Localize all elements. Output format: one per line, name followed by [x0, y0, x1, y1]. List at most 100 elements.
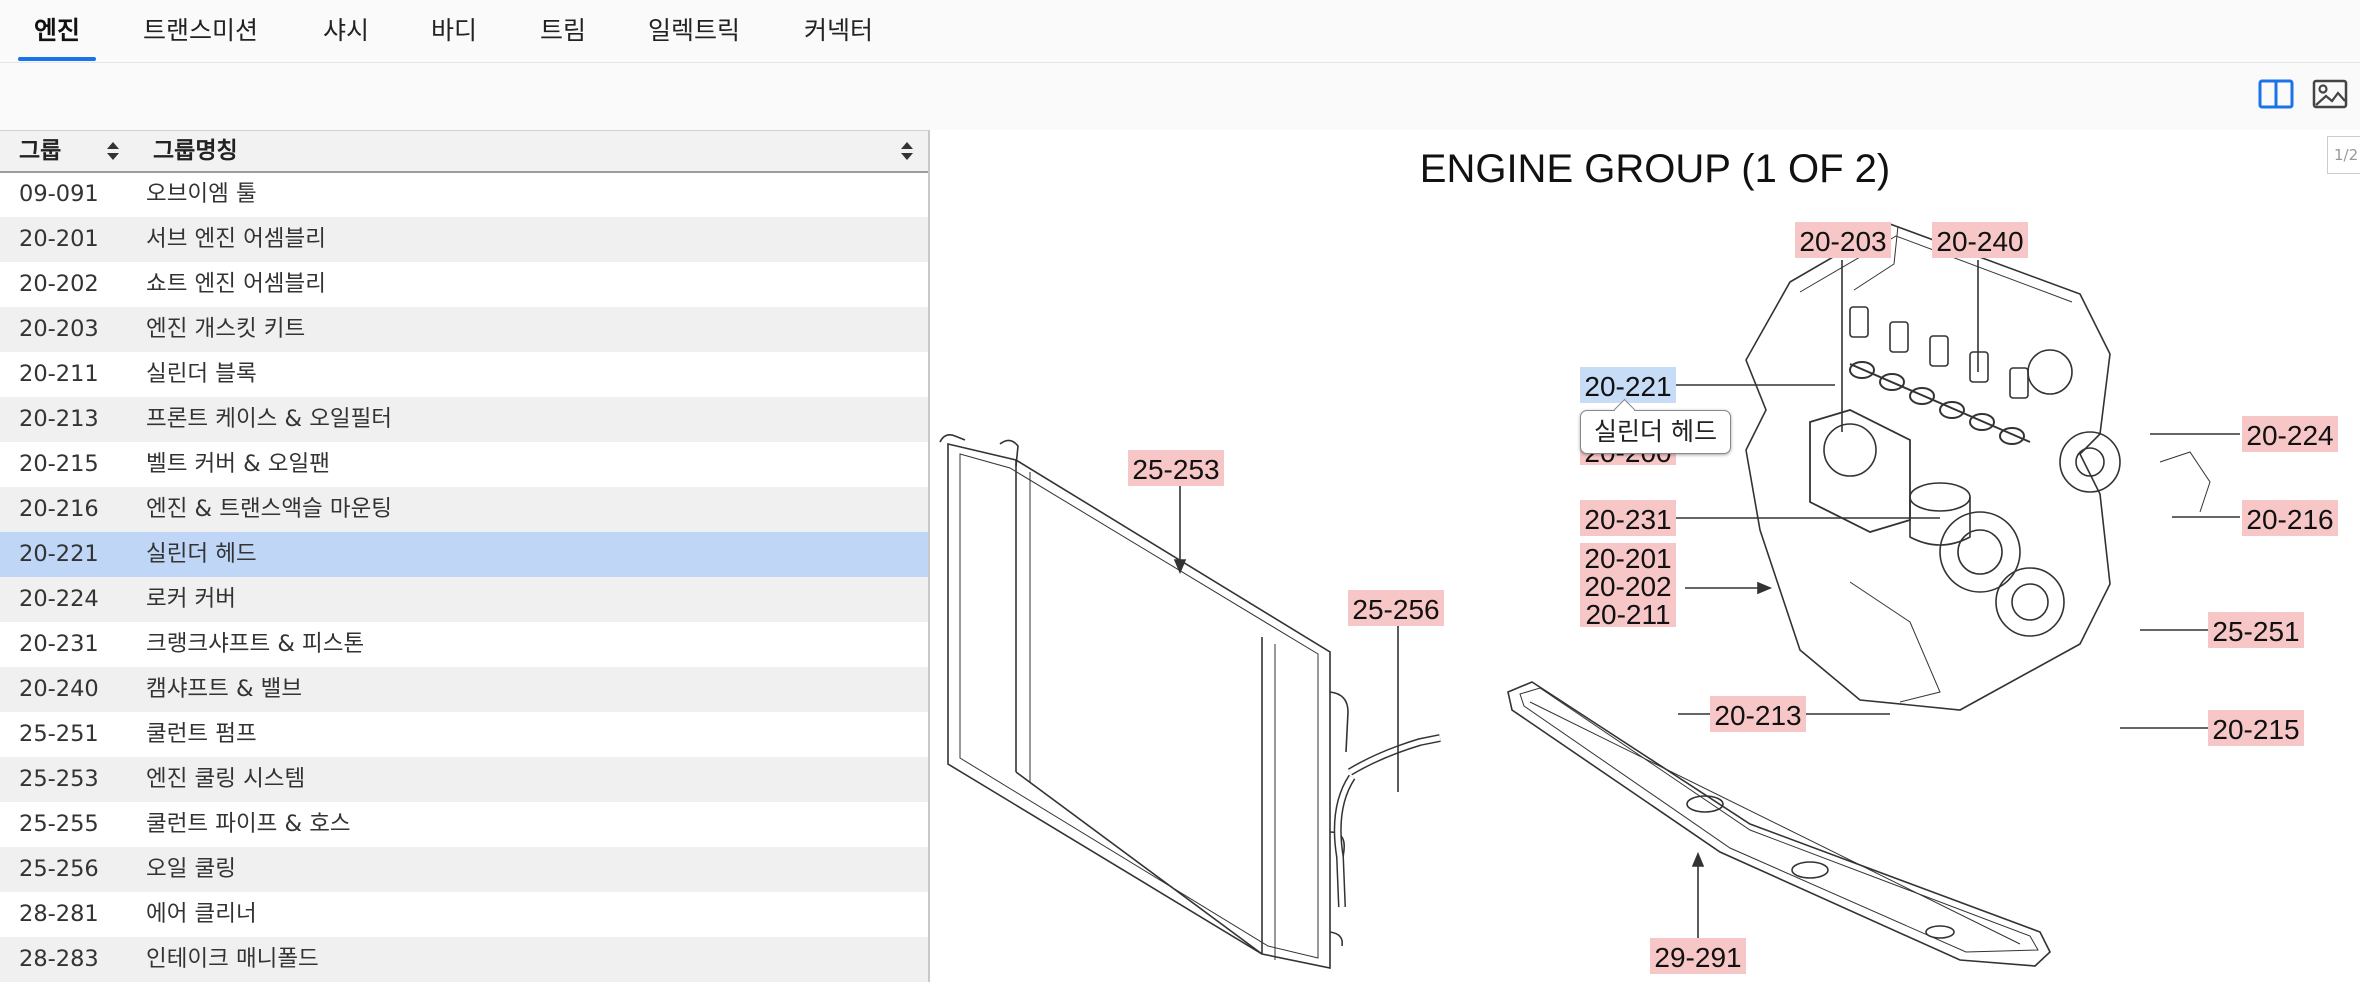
table-row[interactable]: 20-215 벨트 커버 & 오일팬 [0, 442, 928, 487]
group-code: 20-211 [19, 361, 99, 387]
tab-chassis[interactable]: 샤시 [323, 0, 369, 62]
group-name: 로커 커버 [146, 586, 236, 612]
group-name: 에어 클리너 [146, 901, 257, 927]
column-header-group-name[interactable]: 그룹명칭 [153, 131, 238, 171]
sort-icon[interactable] [106, 140, 120, 162]
table-row[interactable]: 25-251 쿨런트 펌프 [0, 712, 928, 757]
svg-text:29-291: 29-291 [1654, 942, 1741, 973]
group-code: 25-255 [19, 811, 99, 837]
tab-connector[interactable]: 커넥터 [804, 0, 873, 62]
group-name: 프론트 케이스 & 오일필터 [146, 406, 393, 432]
table-row[interactable]: 20-211 실린더 블록 [0, 352, 928, 397]
group-name: 엔진 쿨링 시스템 [146, 766, 306, 792]
table-row[interactable]: 20-216 엔진 & 트랜스액슬 마운팅 [0, 487, 928, 532]
tab-body[interactable]: 바디 [431, 0, 477, 62]
group-code: 20-216 [19, 496, 99, 522]
tab-trim[interactable]: 트림 [540, 0, 586, 62]
group-name: 엔진 개스킷 키트 [146, 316, 306, 342]
group-code: 20-215 [19, 451, 99, 477]
group-code: 20-213 [19, 406, 99, 432]
tab-engine[interactable]: 엔진 [17, 0, 97, 62]
callout-20-215[interactable]: 20-215 [2208, 710, 2304, 746]
group-code: 20-203 [19, 316, 99, 342]
callout-25-256[interactable]: 25-256 [1348, 590, 1444, 626]
group-name: 벨트 커버 & 오일팬 [146, 451, 330, 477]
group-code: 09-091 [19, 181, 99, 207]
callout-20-231[interactable]: 20-231 [1580, 500, 1676, 536]
group-name: 캠샤프트 & 밸브 [146, 676, 303, 702]
callout-25-251[interactable]: 25-251 [2208, 612, 2304, 648]
group-code: 25-253 [19, 766, 99, 792]
tab-electric[interactable]: 일렉트릭 [648, 0, 740, 62]
callout-20-213[interactable]: 20-213 [1710, 696, 1806, 732]
group-code: 28-283 [19, 946, 99, 972]
svg-text:20-221: 20-221 [1584, 371, 1671, 402]
table-row[interactable]: 20-203 엔진 개스킷 키트 [0, 307, 928, 352]
table-row[interactable]: 20-202 쇼트 엔진 어셈블리 [0, 262, 928, 307]
table-row[interactable]: 20-231 크랭크샤프트 & 피스톤 [0, 622, 928, 667]
callout-20-221[interactable]: 20-221 [1580, 367, 1676, 403]
callout-20-202[interactable]: 20-202 [1580, 571, 1676, 602]
svg-text:20-215: 20-215 [2212, 714, 2299, 745]
table-header: 그룹 그룹명칭 [0, 130, 928, 173]
view-toolbar [0, 63, 2360, 130]
table-row[interactable]: 20-240 캠샤프트 & 밸브 [0, 667, 928, 712]
table-row[interactable]: 25-256 오일 쿨링 [0, 847, 928, 892]
tab-transmission[interactable]: 트랜스미션 [143, 0, 258, 62]
callout-20-240[interactable]: 20-240 [1932, 222, 2028, 258]
svg-text:20-224: 20-224 [2246, 420, 2333, 451]
group-code: 20-224 [19, 586, 99, 612]
group-code: 25-256 [19, 856, 99, 882]
callout-20-211[interactable]: 20-211 [1580, 599, 1676, 630]
svg-text:20-202: 20-202 [1584, 571, 1671, 602]
group-name: 오일 쿨링 [146, 856, 236, 882]
table-row[interactable]: 20-201 서브 엔진 어셈블리 [0, 217, 928, 262]
table-row[interactable]: 20-213 프론트 케이스 & 오일필터 [0, 397, 928, 442]
part-name-tooltip: 실린더 헤드 [1580, 410, 1731, 454]
group-name: 인테이크 매니폴드 [146, 946, 319, 972]
callout-labels: 20-203 20-240 20-221 20-200 20-224 25-25… [1128, 222, 2338, 974]
callout-29-291[interactable]: 29-291 [1650, 938, 1746, 974]
svg-text:20-231: 20-231 [1584, 504, 1671, 535]
svg-text:25-253: 25-253 [1132, 454, 1219, 485]
callout-25-253[interactable]: 25-253 [1128, 450, 1224, 486]
table-row[interactable]: 20-224 로커 커버 [0, 577, 928, 622]
group-code: 20-202 [19, 271, 99, 297]
group-name: 실린더 블록 [146, 361, 257, 387]
parts-diagram: ENGINE GROUP (1 OF 2) 20-203 20-240 20-2… [930, 132, 2360, 982]
svg-text:25-256: 25-256 [1352, 594, 1439, 625]
svg-text:25-251: 25-251 [2212, 616, 2299, 647]
table-row[interactable]: 28-281 에어 클리너 [0, 892, 928, 937]
group-name: 오브이엠 툴 [146, 181, 257, 207]
table-row[interactable]: 28-283 인테이크 매니폴드 [0, 937, 928, 982]
callout-20-216[interactable]: 20-216 [2242, 500, 2338, 536]
column-header-group[interactable]: 그룹 [19, 131, 61, 171]
diagram-title: ENGINE GROUP (1 OF 2) [1420, 147, 1890, 191]
image-view-icon[interactable] [2312, 79, 2348, 113]
group-code: 28-281 [19, 901, 99, 927]
group-name: 크랭크샤프트 & 피스톤 [146, 631, 365, 657]
group-table: 그룹 그룹명칭 09-091 오브이엠 툴 20-201 서브 엔진 어셈블리 20… [0, 130, 930, 982]
table-body: 09-091 오브이엠 툴 20-201 서브 엔진 어셈블리 20-202 쇼트 엔… [0, 172, 928, 982]
callout-20-224[interactable]: 20-224 [2242, 416, 2338, 452]
group-code: 20-221 [19, 541, 99, 567]
table-row[interactable]: 25-255 쿨런트 파이프 & 호스 [0, 802, 928, 847]
callout-20-201[interactable]: 20-201 [1580, 543, 1676, 574]
split-view-icon[interactable] [2258, 79, 2294, 113]
group-name: 서브 엔진 어셈블리 [146, 226, 326, 252]
svg-text:20-240: 20-240 [1936, 226, 2023, 257]
callout-20-203[interactable]: 20-203 [1795, 222, 1891, 258]
group-code: 20-231 [19, 631, 99, 657]
table-row-selected[interactable]: 20-221 실린더 헤드 [0, 532, 928, 577]
group-code: 20-240 [19, 676, 99, 702]
table-row[interactable]: 09-091 오브이엠 툴 [0, 172, 928, 217]
group-name: 쿨런트 파이프 & 호스 [146, 811, 351, 837]
page-indicator: 1/2 [2327, 136, 2360, 174]
svg-text:20-203: 20-203 [1799, 226, 1886, 257]
table-row[interactable]: 25-253 엔진 쿨링 시스템 [0, 757, 928, 802]
category-tab-bar: 엔진 트랜스미션 샤시 바디 트림 일렉트릭 커넥터 [0, 0, 2360, 63]
svg-text:20-201: 20-201 [1584, 543, 1671, 574]
svg-text:20-213: 20-213 [1714, 700, 1801, 731]
sort-icon[interactable] [900, 140, 914, 162]
group-name: 실린더 헤드 [146, 541, 257, 567]
